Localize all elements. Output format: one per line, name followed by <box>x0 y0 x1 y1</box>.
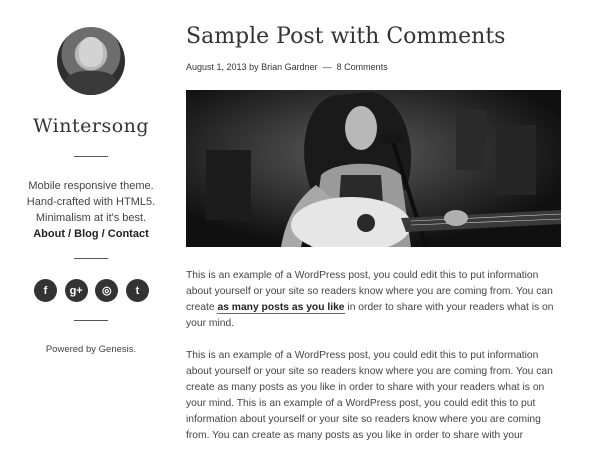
post-title[interactable]: Sample Post with Comments <box>186 24 505 49</box>
post-date: August 1, 2013 <box>186 62 247 72</box>
instagram-icon[interactable]: ◎ <box>95 279 119 302</box>
avatar-body-shape <box>65 71 117 95</box>
post-content: This is an example of a WordPress post, … <box>186 268 564 460</box>
social-icons: f g+ ◎ t <box>34 279 149 302</box>
post-author-link[interactable]: Brian Gardner <box>261 62 318 72</box>
twitter-icon[interactable]: t <box>125 279 149 302</box>
meta-separator: — <box>322 62 332 72</box>
post-meta: August 1, 2013 by Brian Gardner — 8 Comm… <box>186 62 388 72</box>
google-plus-icon[interactable]: g+ <box>64 279 88 302</box>
avatar-head-shape <box>79 37 103 67</box>
nav-link-about[interactable]: About <box>33 228 65 240</box>
site-title[interactable]: Wintersong <box>0 115 182 137</box>
divider <box>74 320 108 321</box>
post-paragraph: This is an example of a WordPress post, … <box>186 268 564 332</box>
featured-image-illustration <box>186 90 561 247</box>
inline-link[interactable]: as many posts as you like <box>217 302 345 314</box>
avatar[interactable] <box>57 27 125 95</box>
post-paragraph: This is an example of a WordPress post, … <box>186 350 553 441</box>
featured-image <box>186 90 561 247</box>
divider <box>74 156 108 157</box>
powered-by: Powered by Genesis. <box>45 344 137 355</box>
site-description: Mobile responsive theme. Hand-crafted wi… <box>0 178 182 242</box>
sidebar-nav: About / Blog / Contact <box>0 226 182 242</box>
post-by: by <box>249 62 259 72</box>
post-comments-link[interactable]: 8 Comments <box>337 62 388 72</box>
description-line: Minimalism at it's best. <box>35 212 147 224</box>
description-line: Mobile responsive theme. <box>28 180 154 192</box>
nav-separator: / <box>98 228 108 240</box>
description-line: Hand-crafted with HTML5. <box>26 196 156 208</box>
nav-link-contact[interactable]: Contact <box>108 228 149 240</box>
divider <box>74 258 108 259</box>
facebook-icon[interactable]: f <box>34 279 57 302</box>
nav-link-blog[interactable]: Blog <box>74 228 98 240</box>
nav-separator: / <box>65 228 75 240</box>
